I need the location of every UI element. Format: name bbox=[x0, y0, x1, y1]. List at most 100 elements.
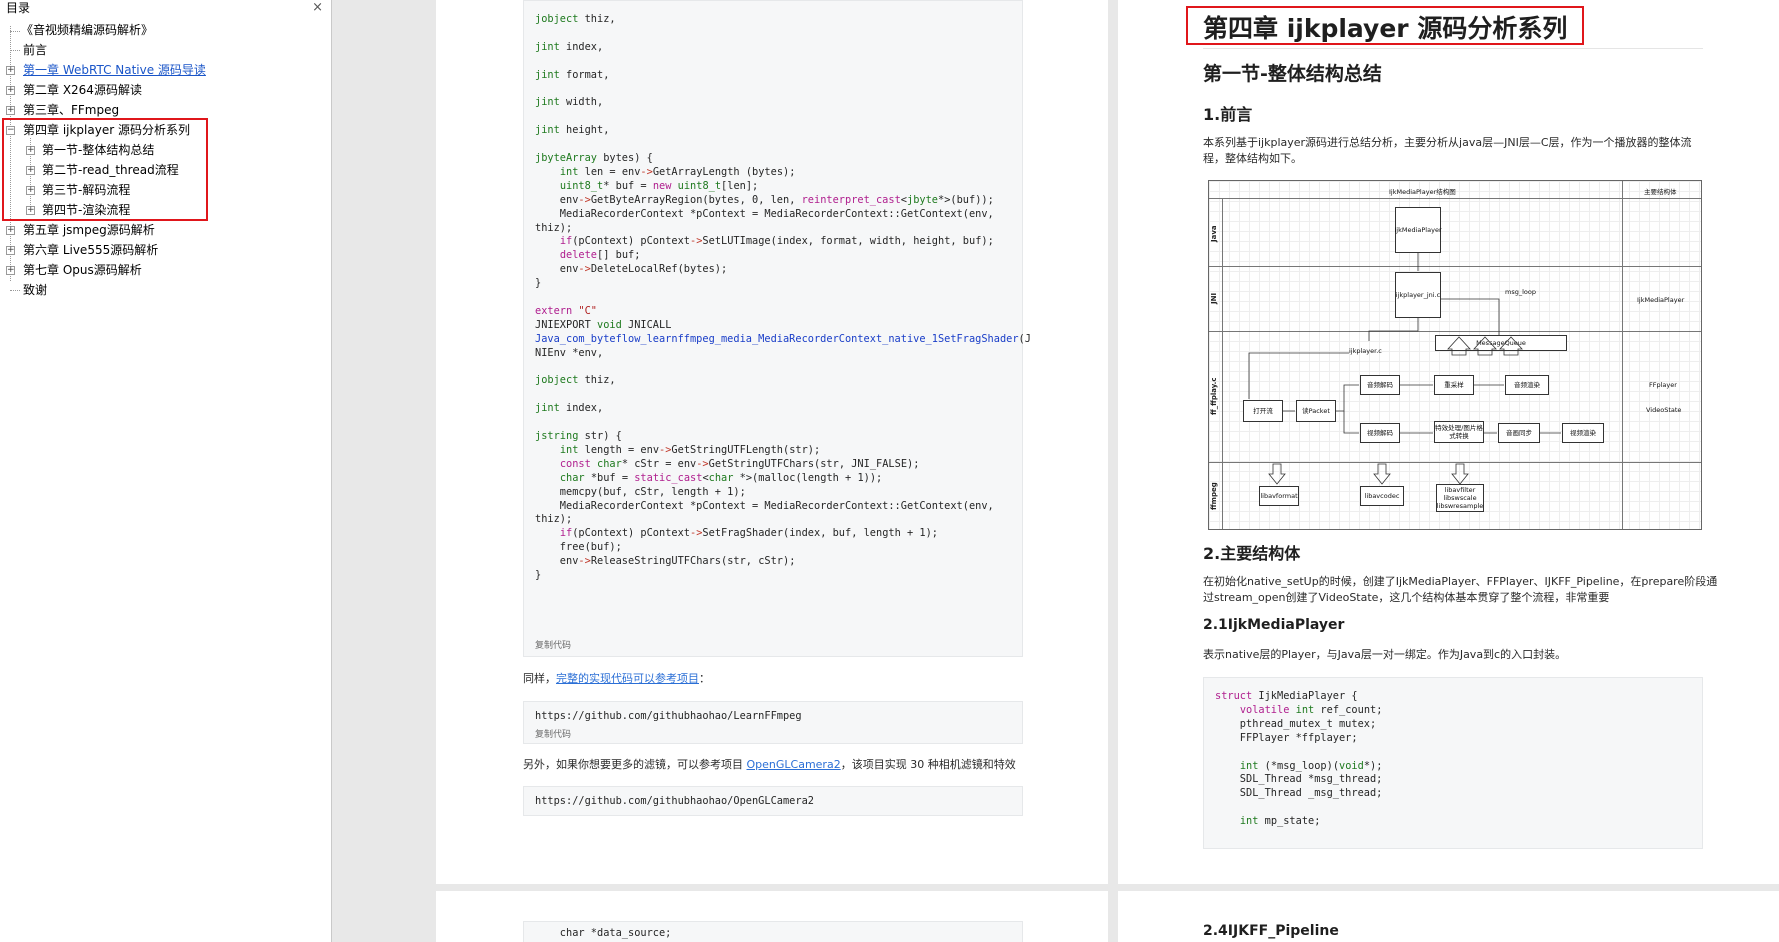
paragraph: 程，整体结构如下。 bbox=[1203, 152, 1302, 165]
copy-code-button[interactable]: 复制代码 bbox=[535, 638, 571, 651]
chapter-title: 第四章 ijkplayer 源码分析系列 bbox=[1203, 14, 1568, 43]
code-line: free(buf); bbox=[535, 541, 622, 554]
code-line: SDL_Thread _msg_thread; bbox=[1215, 787, 1383, 800]
para-text: 另外，如果你想要更多的滤镜，可以参考项目 bbox=[523, 758, 747, 771]
paragraph: 本系列基于ijkplayer源码进行总结分析，主要分析从java层—JNI层—C… bbox=[1203, 136, 1692, 149]
code-line: jint height, bbox=[535, 124, 610, 137]
toc-item-preface[interactable]: 前言 bbox=[0, 40, 330, 60]
para-text: ，该项目实现 30 种相机滤镜和特效 bbox=[840, 758, 1016, 771]
code-line: int mp_state; bbox=[1239, 815, 1321, 828]
expand-plus-icon[interactable]: + bbox=[6, 106, 15, 115]
project-link[interactable]: 完整的实现代码可以参考项目 bbox=[556, 672, 699, 685]
section-title: 第一节-整体结构总结 bbox=[1203, 63, 1382, 85]
code-line: jstring str) { bbox=[535, 430, 622, 442]
toc-item-label: 第七章 Opus源码解析 bbox=[23, 263, 142, 277]
toc-item-chapter7[interactable]: + 第七章 Opus源码解析 bbox=[0, 260, 330, 280]
code-line: jobject thiz, bbox=[535, 374, 616, 387]
code-line: MediaRecorderContext *pContext = MediaRe… bbox=[535, 207, 994, 220]
opengl-camera-link[interactable]: OpenGLCamera2 bbox=[747, 758, 841, 771]
code-line: uint8_t* buf = new uint8_t[len]; bbox=[559, 179, 759, 192]
toc-title: 目录 bbox=[6, 1, 31, 15]
highlight-box bbox=[2, 118, 208, 221]
toc-item-chapter3[interactable]: + 第三章、FFmpeg bbox=[0, 100, 330, 120]
toc-item-label: 第一章 WebRTC Native 源码导读 bbox=[23, 63, 206, 77]
architecture-diagram: IjkMediaPlayer结构图 主要结构体 Java JNI ff_ffpl… bbox=[1208, 180, 1702, 530]
code-line: const char* cStr = env->GetStringUTFChar… bbox=[559, 457, 920, 470]
code-line: NIEnv *env, bbox=[535, 346, 604, 359]
toc-item-label: 致谢 bbox=[23, 283, 48, 297]
code-block-url2: https://github.com/githubhaohao/OpenGLCa… bbox=[523, 786, 1023, 816]
code-line: jint index, bbox=[535, 40, 604, 53]
code-line: } bbox=[535, 569, 542, 581]
paragraph: 表示native层的Player，与Java层一对一绑定。作为Java到c的入口… bbox=[1203, 648, 1567, 661]
toc-item-chapter6[interactable]: + 第六章 Live555源码解析 bbox=[0, 240, 330, 260]
code-line: int len = env->GetArrayLength (bytes); bbox=[559, 165, 796, 178]
code-line: volatile int ref_count; bbox=[1239, 703, 1383, 716]
para-text: ： bbox=[699, 672, 710, 685]
code-line: } bbox=[535, 277, 542, 290]
code-line: env->GetByteArrayRegion(bytes, 0, len, r… bbox=[535, 193, 994, 206]
toc-sidebar: 目录 × 《音视频精编源码解析》 前言 + 第一章 WebRTC Native … bbox=[0, 0, 332, 942]
toc-item-label: 第二章 X264源码解读 bbox=[23, 83, 142, 97]
toc-header: 目录 × bbox=[0, 0, 331, 17]
code-line: if(pContext) pContext->SetLUTImage(index… bbox=[559, 235, 994, 248]
code-line: jbyteArray bytes) { bbox=[535, 152, 653, 164]
paragraph: 同样，完整的实现代码可以参考项目： bbox=[523, 671, 710, 687]
code-line: char *data_source; bbox=[535, 927, 672, 939]
toc-item-label: 第六章 Live555源码解析 bbox=[23, 243, 159, 257]
toc-item-chapter5[interactable]: + 第五章 jsmpeg源码解析 bbox=[0, 220, 330, 240]
paragraph: 在初始化native_setUp的时候，创建了IjkMediaPlayer、FF… bbox=[1203, 575, 1718, 588]
code-line: env->ReleaseStringUTFChars(str, cStr); bbox=[535, 555, 796, 568]
expand-plus-icon[interactable]: + bbox=[6, 266, 15, 275]
code-line: jobject thiz, bbox=[535, 13, 616, 25]
code-block-bottom: char *data_source; bbox=[523, 921, 1023, 942]
code-line: int length = env->GetStringUTFLength(str… bbox=[559, 443, 821, 456]
toc-item-label: 第五章 jsmpeg源码解析 bbox=[23, 223, 155, 237]
code-line: jint format, bbox=[535, 68, 610, 81]
code-line: delete[] buf; bbox=[559, 249, 641, 262]
code-block: jobject thiz, jint index, jint format, jint… bbox=[523, 0, 1031, 657]
code-line: thiz); bbox=[535, 513, 573, 526]
code-line: pthread_mutex_t mutex; bbox=[1215, 717, 1377, 730]
close-icon[interactable]: × bbox=[312, 0, 323, 16]
expand-plus-icon[interactable]: + bbox=[6, 246, 15, 255]
copy-code-button[interactable]: 复制代码 bbox=[535, 727, 571, 740]
code-line: char *buf = static_cast<char *>(malloc(l… bbox=[559, 471, 883, 484]
toc-item-label: 前言 bbox=[23, 43, 48, 57]
code-line: jint index, bbox=[535, 402, 604, 415]
code-line: Java_com_byteflow_learnffmpeg_media_Medi… bbox=[535, 332, 1031, 345]
toc-item-label: 第三章、FFmpeg bbox=[23, 103, 120, 117]
expand-plus-icon[interactable]: + bbox=[6, 86, 15, 95]
code-line: env->DeleteLocalRef(bytes); bbox=[535, 263, 728, 276]
expand-plus-icon[interactable]: + bbox=[6, 226, 15, 235]
toc-item-thanks[interactable]: 致谢 bbox=[0, 280, 330, 300]
code-block-struct: struct IjkMediaPlayer { volatile int ref… bbox=[1203, 677, 1703, 849]
diagram-arrows bbox=[1248, 253, 1561, 485]
code-line: https://github.com/githubhaohao/OpenGLCa… bbox=[535, 795, 814, 807]
code-line: extern "C" bbox=[535, 304, 598, 317]
code-line: FFPlayer *ffplayer; bbox=[1215, 731, 1358, 744]
code-line: if(pContext) pContext->SetFragShader(ind… bbox=[559, 527, 938, 540]
toc-item-label: 《音视频精编源码解析》 bbox=[21, 23, 154, 37]
code-line: memcpy(buf, cStr, length + 1); bbox=[535, 485, 746, 498]
heading-pipeline: 2.4IJKFF_Pipeline bbox=[1203, 923, 1339, 939]
code-line: JNIEXPORT void JNICALL bbox=[535, 318, 672, 331]
code-block-url1: https://github.com/githubhaohao/LearnFFm… bbox=[523, 701, 1023, 744]
divider bbox=[1203, 48, 1703, 49]
code-line: https://github.com/githubhaohao/LearnFFm… bbox=[535, 710, 802, 722]
code-line: thiz); bbox=[535, 221, 573, 234]
heading-preface: 1.前言 bbox=[1203, 105, 1253, 124]
para-text: 同样， bbox=[523, 672, 556, 685]
expand-plus-icon[interactable]: + bbox=[6, 66, 15, 75]
code-line: struct IjkMediaPlayer { bbox=[1215, 690, 1358, 702]
code-line: int (*msg_loop)(void*); bbox=[1239, 759, 1383, 772]
heading-main-struct: 2.主要结构体 bbox=[1203, 544, 1301, 563]
toc-item-chapter1[interactable]: + 第一章 WebRTC Native 源码导读 bbox=[0, 60, 330, 80]
code-line: jint width, bbox=[535, 96, 604, 109]
app-window: 目录 × 《音视频精编源码解析》 前言 + 第一章 WebRTC Native … bbox=[0, 0, 1779, 942]
toc-item-book[interactable]: 《音视频精编源码解析》 bbox=[0, 20, 330, 40]
heading-ijkmediaplayer: 2.1IjkMediaPlayer bbox=[1203, 617, 1345, 633]
toc-item-chapter2[interactable]: + 第二章 X264源码解读 bbox=[0, 80, 330, 100]
code-line: SDL_Thread *msg_thread; bbox=[1215, 773, 1383, 786]
paragraph: 另外，如果你想要更多的滤镜，可以参考项目 OpenGLCamera2，该项目实现… bbox=[523, 757, 1016, 773]
